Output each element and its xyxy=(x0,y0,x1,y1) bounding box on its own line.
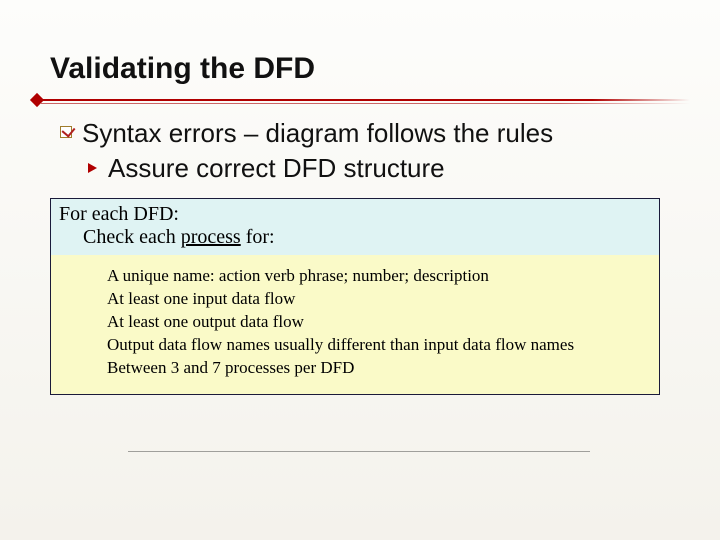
info-box-heading: For each DFD: Check each process for: xyxy=(51,199,659,255)
heading-line1: For each DFD: xyxy=(59,203,651,226)
footer-divider xyxy=(128,451,590,452)
info-item: Output data flow names usually different… xyxy=(107,334,649,357)
info-item: At least one input data flow xyxy=(107,288,649,311)
info-box: For each DFD: Check each process for: A … xyxy=(50,198,660,395)
heading-line2: Check each process for: xyxy=(83,226,651,249)
rule-line-shadow xyxy=(40,103,690,104)
heading-line2-prefix: Check each xyxy=(83,226,181,248)
slide: Validating the DFD Syntax errors – diagr… xyxy=(0,0,720,540)
title-rule xyxy=(0,96,720,106)
info-item: Between 3 and 7 processes per DFD xyxy=(107,357,649,380)
bullet-list: Syntax errors – diagram follows the rule… xyxy=(60,118,680,184)
info-item: A unique name: action verb phrase; numbe… xyxy=(107,265,649,288)
slide-title: Validating the DFD xyxy=(50,52,315,86)
bullet-level1: Syntax errors – diagram follows the rule… xyxy=(60,118,680,149)
heading-line2-suffix: for: xyxy=(241,226,275,248)
heading-line2-underline: process xyxy=(181,226,241,248)
info-item: At least one output data flow xyxy=(107,311,649,334)
rule-line xyxy=(40,99,690,101)
info-box-body: A unique name: action verb phrase; numbe… xyxy=(51,255,659,394)
bullet-level2: Assure correct DFD structure xyxy=(88,153,680,184)
